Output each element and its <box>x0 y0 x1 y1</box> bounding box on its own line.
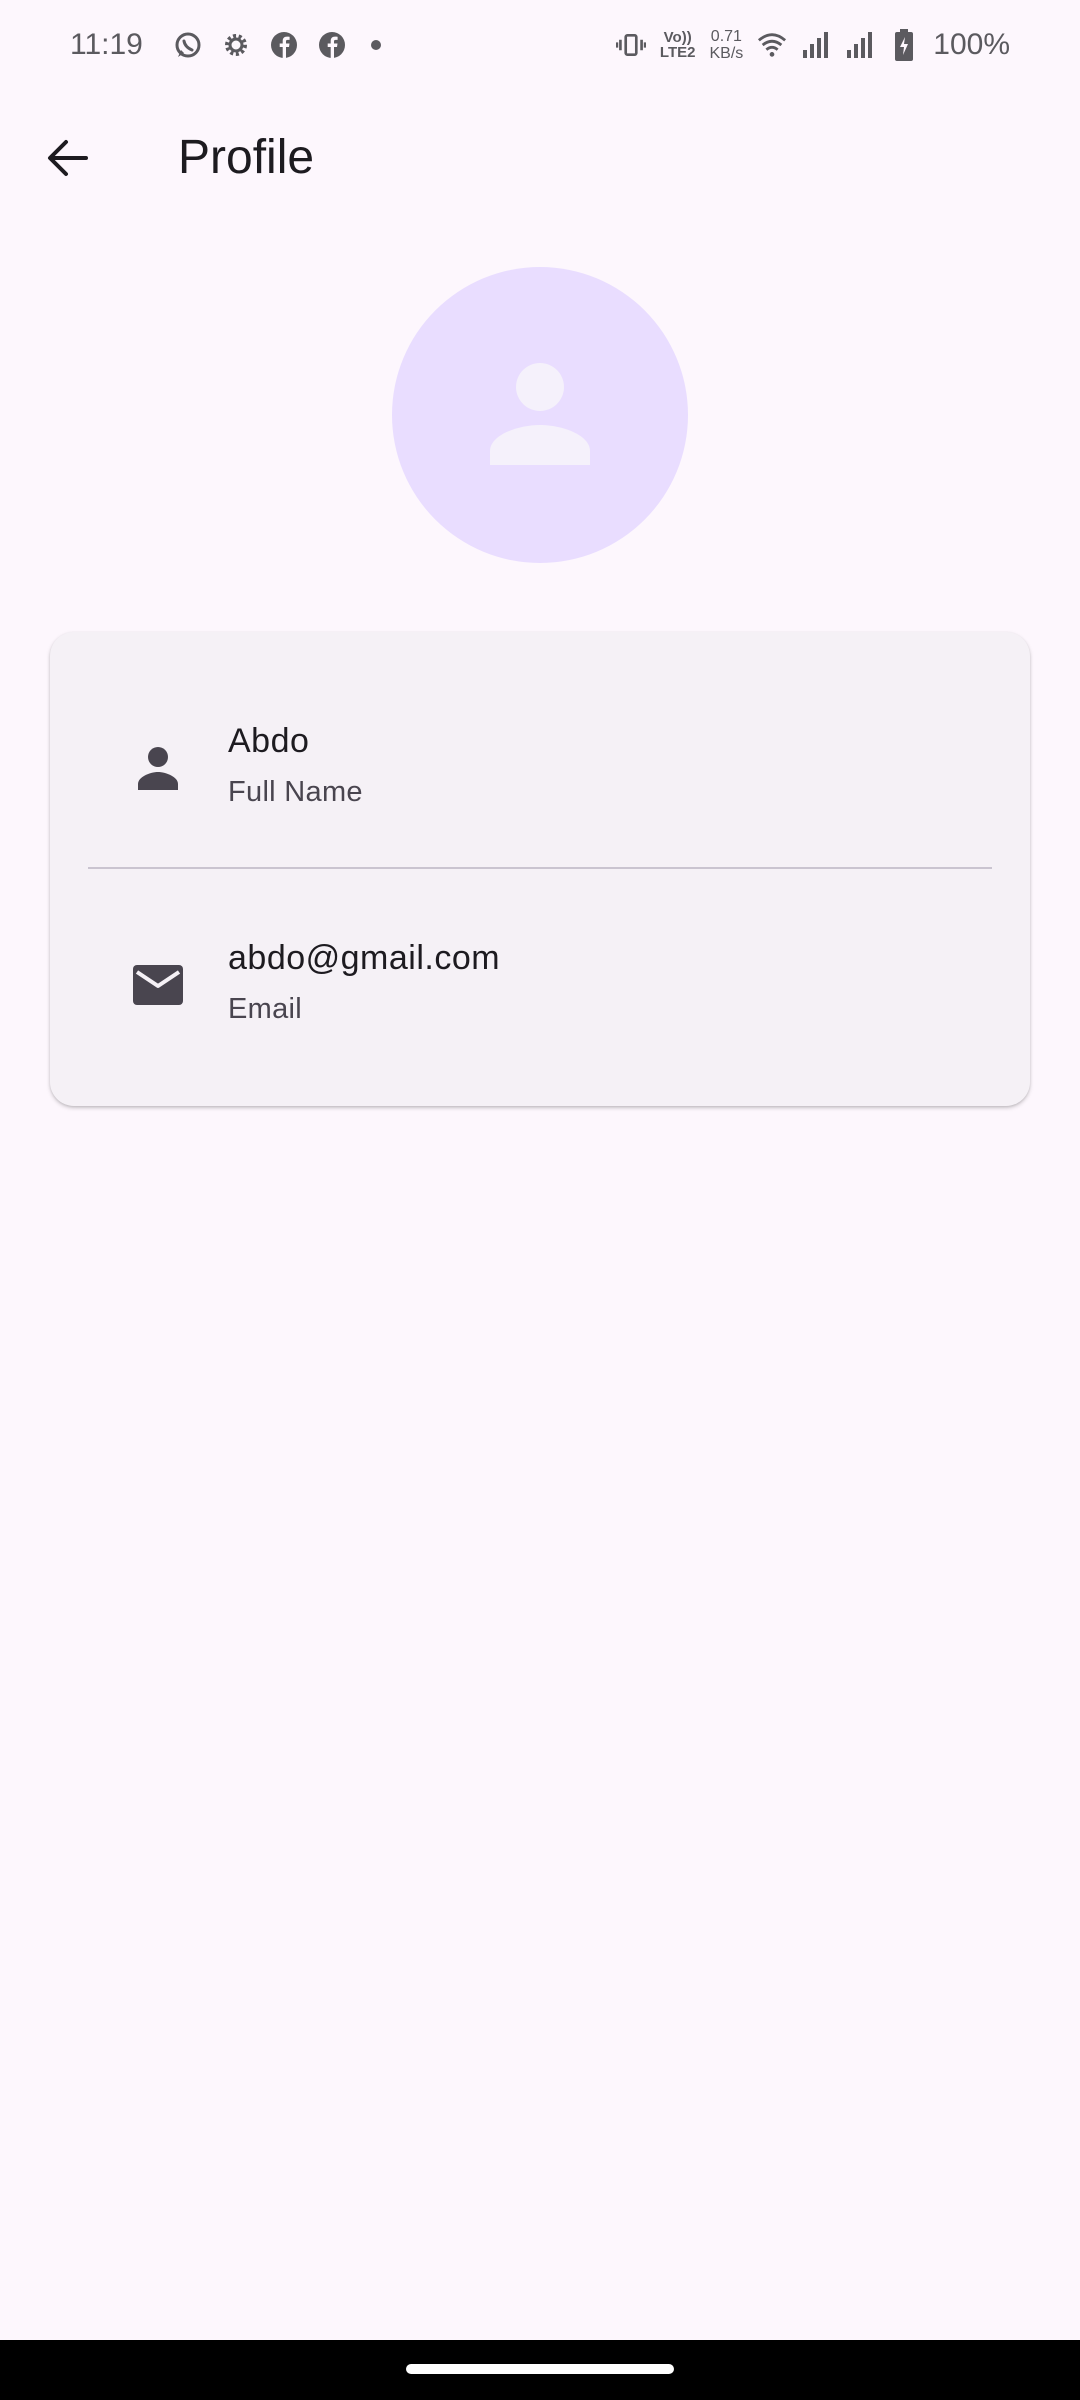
signal-icon <box>845 30 875 60</box>
app-bar: Profile <box>0 100 1080 220</box>
network-speed-unit: KB/s <box>709 45 744 62</box>
battery-charging-icon <box>889 29 919 61</box>
mail-icon <box>130 957 186 1013</box>
facebook-icon <box>269 30 299 60</box>
status-bar: 11:19 Vo)) LTE2 0.71 KB/s 100% <box>0 0 1080 90</box>
email-row[interactable]: abdo@gmail.com Email <box>50 869 1030 1069</box>
profile-card: Abdo Full Name abdo@gmail.com Email <box>50 632 1030 1106</box>
email-value: abdo@gmail.com <box>228 939 501 977</box>
whatsapp-icon <box>173 30 203 60</box>
full-name-value: Abdo <box>228 722 310 760</box>
signal-icon <box>801 30 831 60</box>
volte-top: Vo)) <box>663 29 692 46</box>
status-left: 11:19 <box>70 28 381 62</box>
notification-dot <box>370 40 381 50</box>
home-indicator[interactable] <box>406 2364 674 2374</box>
wifi-icon <box>757 30 787 60</box>
person-icon <box>130 740 186 796</box>
status-right: Vo)) LTE2 0.71 KB/s 100% <box>615 28 1010 62</box>
back-button[interactable] <box>30 122 106 198</box>
email-label: Email <box>228 993 303 1025</box>
avatar[interactable] <box>392 267 688 563</box>
settings-gear-icon <box>221 30 251 60</box>
page-title: Profile <box>178 131 315 184</box>
battery-percent: 100% <box>933 28 1010 61</box>
status-time: 11:19 <box>70 28 143 61</box>
vibrate-icon <box>615 30 646 60</box>
full-name-label: Full Name <box>228 776 363 808</box>
network-speed-value: 0.71 <box>710 28 742 45</box>
network-speed: 0.71 KB/s <box>709 28 743 62</box>
facebook-icon <box>317 30 347 60</box>
volte-icon: Vo)) LTE2 <box>660 30 696 60</box>
volte-bottom: LTE2 <box>659 44 696 61</box>
name-row[interactable]: Abdo Full Name <box>50 632 1030 832</box>
person-icon <box>488 361 592 470</box>
navigation-bar <box>0 2340 1080 2400</box>
arrow-back-icon <box>46 136 90 185</box>
